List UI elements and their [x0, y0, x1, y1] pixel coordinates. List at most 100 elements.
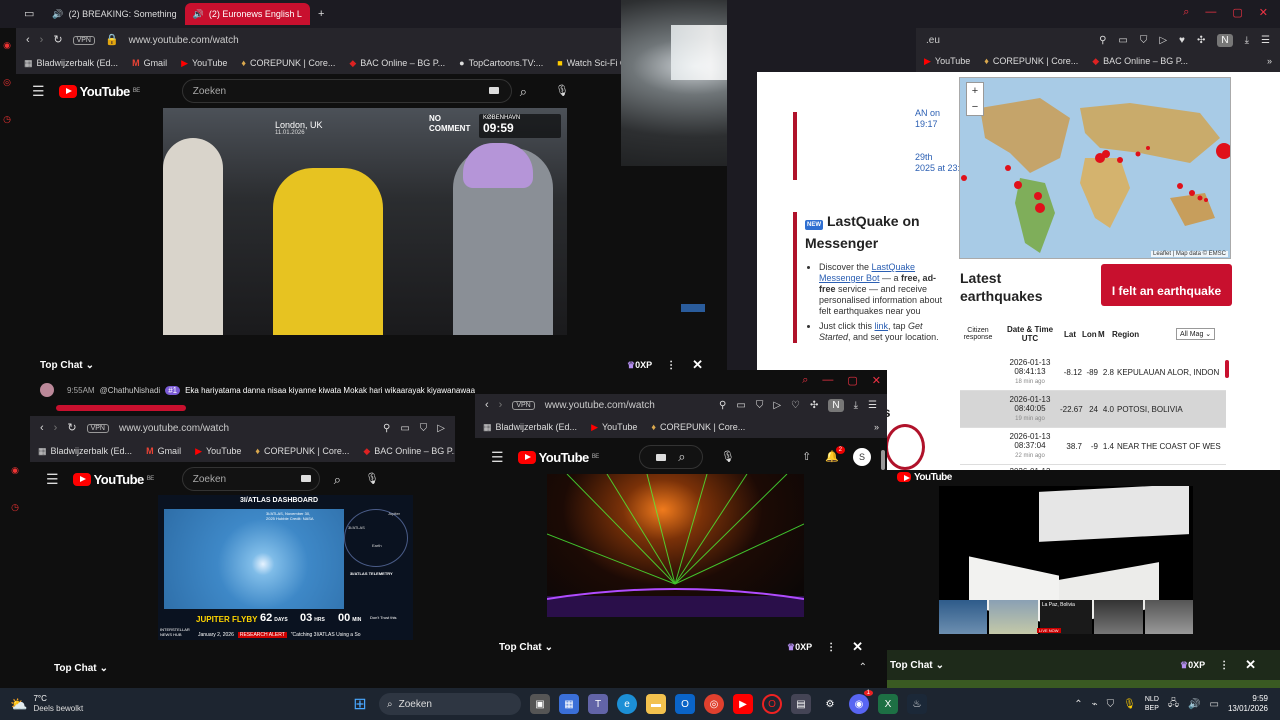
scrollbar[interactable]: [881, 450, 885, 470]
bookmark-youtube[interactable]: ▶ YouTube: [924, 56, 970, 67]
tab-breaking[interactable]: 🔊 (2) BREAKING: Something: [44, 3, 184, 25]
back-icon[interactable]: ‹: [40, 422, 44, 434]
chevron-up-icon[interactable]: ⌃: [1074, 699, 1082, 710]
zoom-out-button[interactable]: −: [967, 99, 983, 115]
youtube-logo[interactable]: YouTube BE: [58, 84, 140, 99]
bookmark-topcartoons[interactable]: ● TopCartoons.TV:...: [459, 58, 543, 68]
col-mag[interactable]: M: [1098, 330, 1108, 339]
search-icon[interactable]: ⌕: [334, 473, 341, 486]
share-icon[interactable]: ⇧: [802, 451, 811, 463]
chat-user[interactable]: @ChathuNishadi: [100, 386, 161, 395]
search-input[interactable]: Zoeken: [181, 79, 512, 103]
task-view-icon[interactable]: ▣: [530, 694, 550, 714]
store-icon[interactable]: ▦: [559, 694, 579, 714]
mag-filter-select[interactable]: All Mag ⌄: [1176, 328, 1216, 340]
heart-icon[interactable]: ♥: [1179, 35, 1185, 46]
shield-icon[interactable]: ⛉: [1140, 35, 1148, 46]
play-icon[interactable]: ▷: [437, 423, 445, 434]
chevron-down-icon[interactable]: ⌄: [545, 642, 553, 653]
more-options-icon[interactable]: ⋮: [666, 360, 676, 371]
col-region[interactable]: Region: [1112, 330, 1172, 339]
zoom-in-button[interactable]: +: [967, 83, 983, 99]
plus-icon[interactable]: +: [318, 8, 324, 20]
windows-start-icon[interactable]: ⊞: [350, 694, 370, 714]
search-icon[interactable]: ⌕: [520, 85, 527, 98]
reload-icon[interactable]: ↻: [67, 422, 76, 434]
chevron-right-icon[interactable]: »: [874, 422, 879, 432]
bookmark-youtube[interactable]: ▶ YouTube: [591, 422, 637, 433]
close-icon[interactable]: ✕: [1245, 657, 1256, 673]
table-row[interactable]: 2026-01-13 08:40:05 19 min ago -22.67 24 4…: [960, 391, 1226, 428]
shield-icon[interactable]: ⛉: [1107, 699, 1115, 710]
col-lat[interactable]: Lat: [1064, 330, 1078, 339]
close-icon[interactable]: ✕: [1259, 6, 1268, 19]
tab-euronews[interactable]: 🔊 (2) Euronews English L: [184, 3, 310, 25]
pin-icon[interactable]: ⚲: [1099, 35, 1106, 46]
back-icon[interactable]: ‹: [485, 399, 489, 411]
top-chat-label[interactable]: Top Chat: [40, 360, 83, 371]
snapshot-icon[interactable]: ▭: [400, 423, 409, 434]
chevron-up-icon[interactable]: ⌃: [859, 662, 867, 673]
col-lon[interactable]: Lon: [1082, 330, 1097, 339]
bookmark-youtube[interactable]: ▶ YouTube: [195, 446, 241, 457]
bookmark-corepunk[interactable]: ♦ COREPUNK | Core...: [984, 56, 1078, 66]
calculator-icon[interactable]: ▤: [791, 694, 811, 714]
heart-icon[interactable]: ♡: [791, 400, 800, 411]
menu-icon[interactable]: ☰: [32, 84, 45, 98]
history-icon[interactable]: ◷: [3, 114, 11, 125]
chevron-down-icon[interactable]: ⌄: [936, 660, 944, 671]
search-input[interactable]: Zoeken: [181, 467, 320, 491]
top-chat-label[interactable]: Top Chat: [890, 660, 933, 671]
clock-date[interactable]: 13/01/2026: [1228, 704, 1268, 714]
earthquake-map[interactable]: + − Leaflet | Map data © EMSC: [959, 77, 1231, 259]
vpn-badge[interactable]: VPN: [72, 35, 95, 45]
pin-icon[interactable]: ⚲: [719, 400, 726, 411]
laser-show-video[interactable]: [547, 474, 804, 617]
usb-icon[interactable]: ⌁: [1092, 699, 1098, 710]
close-icon[interactable]: ✕: [872, 374, 881, 387]
youtube-app-icon[interactable]: ▶: [733, 694, 753, 714]
search-icon[interactable]: ⌕: [802, 374, 808, 387]
snapshot-icon[interactable]: ▭: [1118, 35, 1127, 46]
shield-icon[interactable]: ⛉: [756, 400, 764, 411]
bookmark-youtube[interactable]: ▶ YouTube: [181, 58, 227, 69]
search-icon[interactable]: ⌕: [678, 449, 685, 465]
table-scrollbar[interactable]: [1225, 360, 1229, 378]
volume-icon[interactable]: 🔊: [1188, 699, 1200, 710]
avatar[interactable]: S: [853, 448, 871, 466]
battery-icon[interactable]: ▭: [1210, 699, 1219, 710]
chrome-icon[interactable]: ◎: [704, 694, 724, 714]
bookmark-bac[interactable]: ◆ BAC Online – BG P...: [363, 446, 455, 457]
settings-icon[interactable]: ⚙: [820, 694, 840, 714]
top-chat-label[interactable]: Top Chat: [499, 642, 542, 653]
edge-icon[interactable]: e: [617, 694, 637, 714]
language[interactable]: NLD: [1145, 695, 1159, 704]
file-explorer-icon[interactable]: ▬: [646, 694, 666, 714]
opera-icon[interactable]: ◉: [11, 465, 19, 476]
bookmark-corepunk[interactable]: ♦ COREPUNK | Core...: [241, 58, 335, 68]
microphone-icon[interactable]: 🎙: [365, 473, 379, 485]
url-field[interactable]: www.youtube.com/watch: [119, 423, 229, 434]
outlook-icon[interactable]: O: [675, 694, 695, 714]
history-icon[interactable]: ◷: [11, 502, 19, 513]
puzzle-icon[interactable]: ✣: [810, 400, 818, 411]
start-link[interactable]: link: [875, 321, 889, 331]
reload-icon[interactable]: ↻: [53, 34, 62, 46]
clock-time[interactable]: 9:59: [1228, 694, 1268, 704]
weather-widget[interactable]: ⛅ 7°C Deels bewolkt: [0, 694, 200, 714]
atlas-dashboard-video[interactable]: 3I/ATLAS DASHBOARD 3I/ATLAS, November 30…: [158, 495, 413, 640]
puzzle-icon[interactable]: ✣: [1197, 35, 1205, 46]
shield-icon[interactable]: ⛉: [420, 423, 428, 434]
extension-n-icon[interactable]: N: [1217, 33, 1233, 47]
chevron-down-icon[interactable]: ⌄: [100, 663, 108, 674]
minimize-icon[interactable]: —: [822, 374, 833, 387]
youtube-logo[interactable]: YouTube BE: [72, 472, 154, 487]
menu-icon[interactable]: ☰: [491, 450, 504, 464]
sidebar-toggle-icon[interactable]: ▭: [24, 8, 34, 20]
bookmark-corepunk[interactable]: ♦ COREPUNK | Core...: [255, 446, 349, 456]
top-chat-label[interactable]: Top Chat: [54, 663, 97, 674]
teams-icon[interactable]: T: [588, 694, 608, 714]
maximize-icon[interactable]: ▢: [1232, 6, 1242, 19]
vpn-badge[interactable]: VPN: [86, 423, 109, 433]
felt-earthquake-button[interactable]: I felt an earthquake: [1101, 264, 1232, 306]
